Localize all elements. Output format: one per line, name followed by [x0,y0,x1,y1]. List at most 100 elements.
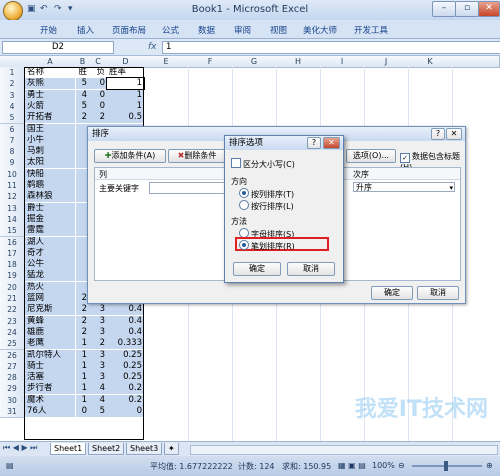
cell-a[interactable]: 热火 [25,281,75,293]
name-box[interactable]: D2 [2,41,114,54]
tab-beautify[interactable]: 美化大师 [303,24,337,36]
cell-c[interactable]: 0 [89,100,107,112]
cell-c[interactable]: 4 [89,394,107,406]
row-header[interactable]: 31 [0,406,25,419]
radio-icon[interactable] [239,200,249,210]
column-header-h[interactable]: H [276,56,321,68]
cell-a[interactable]: 篮网 [25,293,75,304]
cell-a[interactable]: 名称 [25,67,75,78]
cell-a[interactable]: 森林狼 [25,191,75,203]
column-header-extra[interactable] [452,56,500,68]
cell-b[interactable]: 4 [76,89,89,101]
cell-a[interactable]: 尼克斯 [25,304,75,316]
cell-b[interactable]: 1 [76,372,89,384]
sort-dialog-help-button[interactable]: ? [431,128,445,140]
column-header-f[interactable]: F [188,56,233,68]
minimize-button[interactable]: – [432,1,456,17]
cell-a[interactable]: 湖人 [25,236,75,248]
cell-a[interactable]: 开拓者 [25,112,75,124]
cell-a[interactable]: 猛龙 [25,270,75,282]
cell-d[interactable]: 0.4 [107,315,144,327]
cell-b[interactable]: 5 [76,78,89,90]
cell-b[interactable]: 胜 [76,67,89,78]
tab-view[interactable]: 视图 [270,24,287,36]
view-buttons-icon[interactable]: ▦ ▣ ▤ [338,461,366,470]
formula-input[interactable]: 1 [162,41,500,54]
cell-a[interactable]: 勇士 [25,89,75,101]
options-button[interactable]: 选项(O)... [346,149,396,163]
cell-c[interactable]: 3 [89,349,107,361]
cell-a[interactable]: 快船 [25,168,75,180]
cell-b[interactable]: 1 [76,338,89,350]
sort-dialog-close-button[interactable]: ✕ [446,128,462,140]
column-header-j[interactable]: J [364,56,409,68]
sheet-tab-2[interactable]: Sheet2 [88,443,125,455]
stroke-sort-radio[interactable]: 笔划排序(R) [239,240,295,252]
cell-b[interactable]: 1 [76,349,89,361]
by-column-radio[interactable]: 按列排序(T) [239,188,294,200]
case-sensitive-checkbox[interactable]: 区分大小写(C) [231,158,295,170]
cell-a[interactable]: 小牛 [25,134,75,146]
radio-icon[interactable] [239,188,249,198]
cell-d[interactable]: 0.2 [107,383,144,395]
cell-a[interactable]: 火箭 [25,100,75,112]
cell-a[interactable]: 活塞 [25,372,75,384]
cell-a[interactable]: 黄蜂 [25,315,75,327]
cell-a[interactable]: 掘金 [25,213,75,225]
cell-c[interactable]: 3 [89,372,107,384]
cell-d[interactable]: 0 [107,406,144,417]
header-checkbox-box[interactable]: ✓ [400,153,410,163]
cell-d[interactable]: 0.4 [107,304,144,316]
sort-ok-button[interactable]: 确定 [371,286,413,300]
cell-a[interactable]: 灰熊 [25,78,75,90]
sheet-tab-1[interactable]: Sheet1 [50,443,87,455]
options-cancel-button[interactable]: 取消 [287,262,335,276]
cell-b[interactable]: 2 [76,326,89,338]
cell-c[interactable]: 5 [89,406,107,417]
cell-a[interactable]: 奇才 [25,247,75,259]
close-button[interactable]: ✕ [478,1,500,17]
tab-page-layout[interactable]: 页面布局 [112,24,146,36]
cell-b[interactable]: 2 [76,304,89,316]
cell-d[interactable]: 0.333 [107,338,144,350]
cell-d[interactable]: 0.2 [107,394,144,406]
cell-a[interactable]: 爵士 [25,202,75,214]
cell-c[interactable]: 0 [89,78,107,90]
tab-formulas[interactable]: 公式 [162,24,179,36]
order-select[interactable]: 升序 ▾ [353,182,455,192]
options-close-button[interactable]: ✕ [323,137,340,149]
cell-d[interactable]: 0.5 [107,112,144,124]
options-help-button[interactable]: ? [307,137,321,149]
cell-c[interactable]: 3 [89,326,107,338]
cell-d[interactable]: 1 [107,100,144,112]
maximize-button[interactable]: ▫ [455,1,479,17]
cell-a[interactable]: 凯尔特人 [25,349,75,361]
cell-c[interactable]: 负 [89,67,107,78]
horizontal-scrollbar[interactable] [190,445,498,455]
cell-a[interactable]: 鹈鹕 [25,180,75,191]
column-header-i[interactable]: I [320,56,365,68]
options-ok-button[interactable]: 确定 [233,262,281,276]
cell-a[interactable]: 雄鹿 [25,326,75,338]
primary-key-select[interactable]: ▾ [149,182,231,194]
zoom-level[interactable]: 100% [372,461,395,470]
cell-b[interactable]: 2 [76,112,89,124]
zoom-slider-thumb[interactable] [444,461,448,471]
cell-c[interactable]: 0 [89,89,107,101]
cell-b[interactable]: 1 [76,360,89,372]
tab-data[interactable]: 数据 [198,24,215,36]
cell-b[interactable]: 1 [76,394,89,406]
cell-a[interactable]: 骑士 [25,360,75,372]
cell-a[interactable]: 太阳 [25,157,75,169]
cell-a[interactable]: 76人 [25,406,75,417]
by-row-radio[interactable]: 按行排序(L) [239,200,294,212]
cell-c[interactable]: 2 [89,112,107,124]
cell-d[interactable]: 1 [106,77,145,91]
cell-a[interactable]: 国王 [25,123,75,135]
zoom-out-icon[interactable]: ⊖ [398,461,405,470]
cell-a[interactable]: 步行者 [25,383,75,395]
cell-d[interactable]: 0.4 [107,326,144,338]
sheet-nav-arrows-icon[interactable]: ⏮ ◀ ▶ ⏭ [3,443,37,453]
column-header-k[interactable]: K [408,56,453,68]
cell-d[interactable]: 0.25 [107,372,144,384]
